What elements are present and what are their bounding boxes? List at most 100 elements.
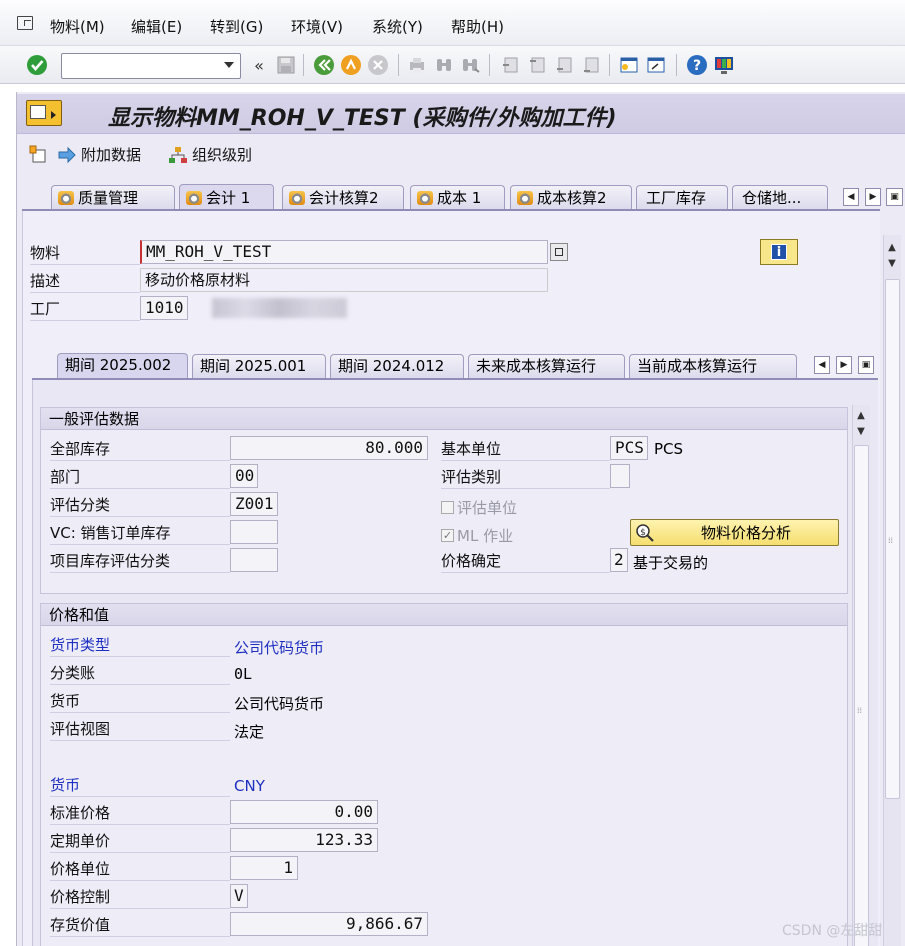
description-label: 描述 [30,269,140,293]
project-stock-val-class-field [230,548,278,572]
subpanel-scroll-down-icon[interactable]: ▼ [853,423,869,439]
previous-page-icon[interactable] [526,54,548,76]
exit-icon[interactable] [340,54,362,76]
base-unit-label: 基本单位 [441,437,610,461]
new-session-icon[interactable] [618,54,640,76]
periodic-unit-price-label: 定期单价 [50,829,230,853]
find-icon[interactable] [433,54,455,76]
menu-edit[interactable]: 编辑(E) [131,16,182,37]
scroll-down-icon[interactable]: ▼ [884,255,900,271]
menu-environment[interactable]: 环境(V) [291,16,343,37]
tab-accounting-1[interactable]: 会计 1 [179,184,274,210]
tab-period-2024-012[interactable]: 期间 2024.012 [330,354,464,378]
layout-menu-icon[interactable] [713,54,735,76]
general-valuation-title: 一般评估数据 [41,408,847,430]
price-control-label: 价格控制 [50,885,230,909]
currency-type-label: 货币类型 [50,633,230,657]
periodic-unit-price-field: 123.33 [230,828,378,852]
tab-current-costing-run[interactable]: 当前成本核算运行 [629,354,797,378]
total-stock-label: 全部库存 [50,437,230,461]
tab-scroll-right-icon[interactable]: ▶ [865,188,881,206]
tab-future-costing-run[interactable]: 未来成本核算运行 [468,354,625,378]
enter-check-icon[interactable] [26,54,48,76]
subtab-list-icon[interactable]: ▣ [858,356,874,374]
menu-system[interactable]: 系统(Y) [372,16,423,37]
tab-costing-accounting-2[interactable]: 会计核算2 [282,185,404,209]
division-label: 部门 [50,465,230,489]
shortcut-icon[interactable] [645,54,667,76]
currency-header-value: CNY [234,777,265,795]
collapse-icon[interactable]: « [248,54,270,76]
sap-menu-icon[interactable] [17,16,33,30]
info-icon[interactable]: i [760,239,798,265]
command-input[interactable] [65,55,215,77]
material-price-analysis-button[interactable]: $ 物料价格分析 [630,519,839,546]
tab-period-2025-002[interactable]: 期间 2025.002 [57,353,188,379]
vertical-scrollbar[interactable]: ▲ ▼ [883,235,901,946]
price-unit-label: 价格单位 [50,857,230,881]
project-stock-val-class-label: 项目库存评估分类 [50,549,230,573]
toolbar-separator [489,54,490,76]
command-field[interactable] [61,53,241,79]
back-icon[interactable] [313,54,335,76]
division-field: 00 [230,464,258,488]
svg-text:$: $ [640,528,646,538]
price-analysis-icon: $ [636,523,654,542]
material-label: 物料 [30,241,140,265]
menu-help[interactable]: 帮助(H) [451,16,504,37]
subpanel-scrollbar[interactable]: ▲ ▼ [852,405,870,946]
checkbox-unchecked-icon [441,501,454,514]
menu-toggle-icon[interactable] [26,100,62,126]
tab-storage-location[interactable]: 仓储地... [732,185,828,209]
cancel-icon[interactable] [367,54,389,76]
checkbox-checked-icon: ✓ [441,529,454,542]
toolbar-separator [398,54,399,76]
base-unit-text: PCS [654,440,684,458]
plant-label: 工厂 [30,297,140,321]
view-icon [289,190,305,205]
org-levels-button[interactable]: 组织级别 [168,144,252,165]
tab-costing-2[interactable]: 成本核算2 [510,185,632,209]
svg-text:?: ? [693,58,701,74]
base-unit-field: PCS [610,436,648,460]
material-copy-icon[interactable] [550,243,568,261]
scroll-up-icon[interactable]: ▲ [884,239,900,255]
last-page-icon[interactable] [580,54,602,76]
currency-type-value: 公司代码货币 [234,639,325,657]
display-change-button[interactable] [28,144,48,164]
tab-quality-management[interactable]: 质量管理 [51,185,175,209]
find-next-icon[interactable] [459,54,481,76]
help-icon[interactable]: ? [686,54,708,76]
subtab-scroll-left-icon[interactable]: ◀ [814,356,830,374]
tab-costing-1[interactable]: 成本 1 [410,185,505,209]
print-icon[interactable] [406,54,428,76]
splitter-grip: ⁞⁞ [857,706,863,715]
tab-period-2025-001[interactable]: 期间 2025.001 [192,354,326,378]
tab-scroll-left-icon[interactable]: ◀ [843,188,859,206]
price-unit-field: 1 [230,856,298,880]
tab-list-icon[interactable]: ▣ [886,188,903,206]
tab-plant-stock[interactable]: 工厂库存 [636,185,728,209]
subpanel-scroll-up-icon[interactable]: ▲ [853,407,869,423]
toolbar-separator [609,54,610,76]
view-icon [186,190,202,205]
dropdown-icon[interactable] [224,62,234,68]
menu-material[interactable]: 物料(M) [50,16,105,37]
valuation-class-label: 评估分类 [50,493,230,517]
price-determination-text: 基于交易的 [633,554,709,572]
page-title: 显示物料MM_ROH_V_TEST (采购件/外购加工件) [108,106,617,131]
subpanel-scroll-thumb[interactable] [854,445,869,946]
currency-label: 货币 [50,689,230,713]
material-field[interactable]: MM_ROH_V_TEST [140,240,548,264]
next-page-icon[interactable] [553,54,575,76]
plant-field: 1010 [140,296,188,320]
additional-data-button[interactable]: 附加数据 [57,144,141,165]
splitter-grip: ⁞⁞ [888,536,894,545]
subtab-scroll-right-icon[interactable]: ▶ [836,356,852,374]
menu-goto[interactable]: 转到(G) [210,16,263,37]
total-stock-field: 80.000 [230,436,428,460]
price-determination-field: 2 [610,548,628,572]
save-icon[interactable] [275,54,297,76]
first-page-icon[interactable] [499,54,521,76]
standard-price-field: 0.00 [230,800,378,824]
